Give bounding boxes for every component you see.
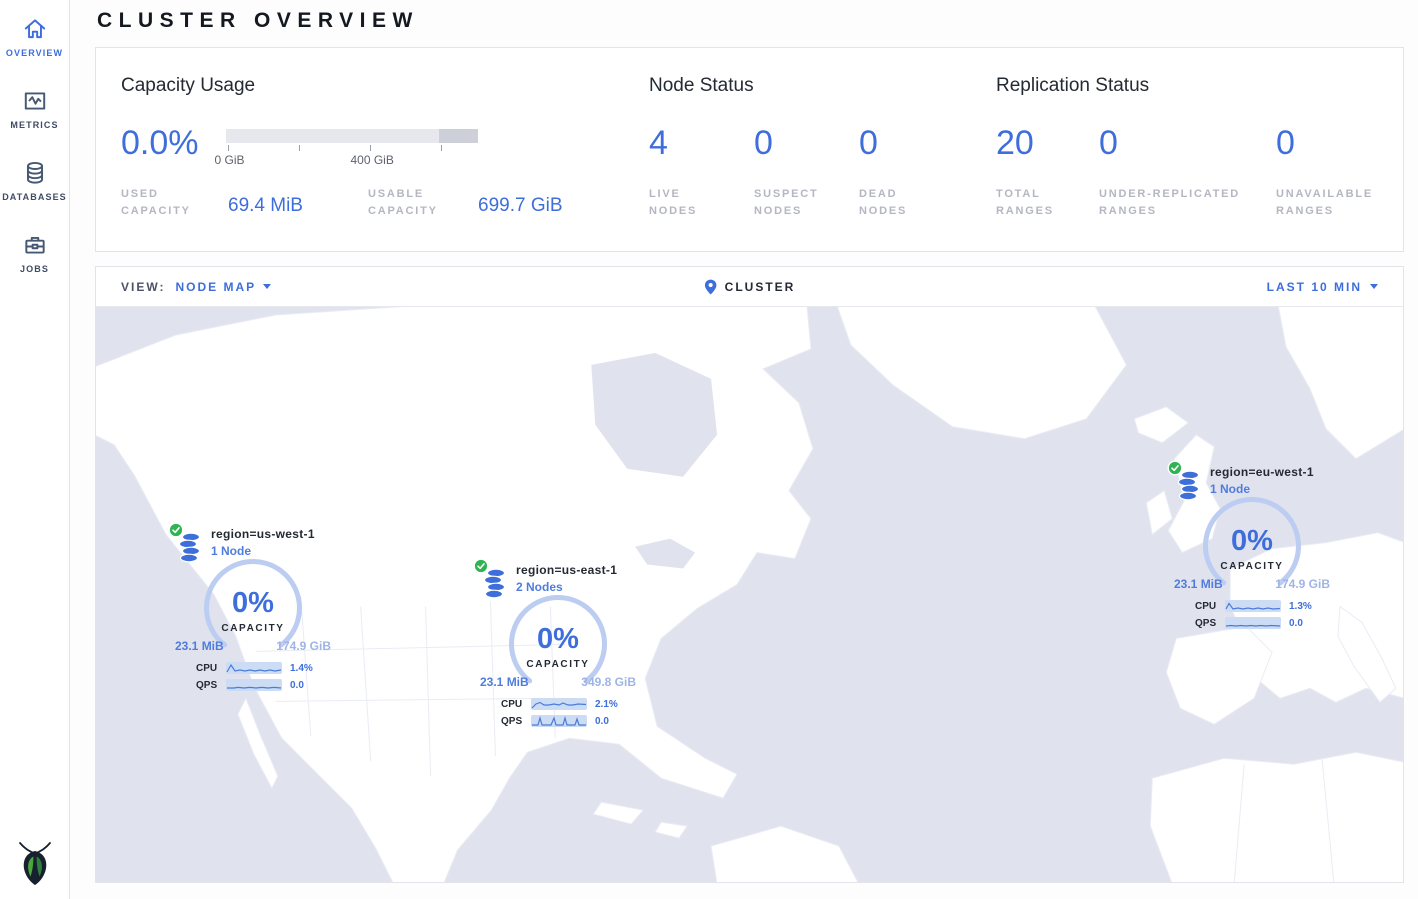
used-capacity-label: USED CAPACITY [121, 186, 206, 220]
capacity-bar-reserved-segment [439, 129, 478, 143]
live-nodes-value: 4 [649, 124, 754, 162]
cpu-sparkline [226, 662, 282, 674]
cpu-value: 2.1% [595, 699, 618, 710]
region-used-capacity: 23.1 MiB [480, 675, 529, 689]
unavailable-ranges-stat: 0 UNAVAILABLE RANGES [1276, 124, 1386, 220]
region-name: region=us-west-1 [211, 527, 315, 541]
gauge-capacity-label: CAPACITY [201, 623, 305, 634]
cpu-label: CPU [501, 699, 531, 710]
chevron-down-icon [1370, 284, 1378, 289]
region-marker-us-east-1: region=us-east-1 2 Nodes 0% CAPACITY 23.… [478, 557, 638, 735]
capacity-usage-section: Capacity Usage 0.0% 0 GiB 400 GiB [121, 74, 649, 251]
cpu-label: CPU [196, 663, 226, 674]
gauge-percent: 0% [1200, 525, 1304, 558]
view-mode-dropdown[interactable]: NODE MAP [175, 280, 271, 294]
total-ranges-stat: 20 TOTAL RANGES [996, 124, 1099, 220]
under-replicated-ranges-label: UNDER-REPLICATED RANGES [1099, 186, 1259, 220]
capacity-tick-label: 0 GiB [214, 153, 244, 167]
sidebar-item-label: DATABASES [0, 192, 70, 202]
suspect-nodes-value: 0 [754, 124, 859, 162]
home-icon [22, 16, 48, 42]
metrics-icon [22, 88, 48, 114]
gauge-capacity-label: CAPACITY [506, 659, 610, 670]
sidebar-item-jobs[interactable]: JOBS [0, 232, 70, 274]
region-marker-eu-west-1: region=eu-west-1 1 Node 0% CAPACITY 23.1… [1172, 459, 1332, 637]
cockroachdb-logo [15, 838, 55, 891]
total-ranges-value: 20 [996, 124, 1099, 162]
sidebar-item-label: METRICS [0, 120, 70, 130]
qps-value: 0.0 [595, 716, 609, 727]
region-total-capacity: 174.9 GiB [276, 639, 331, 653]
replication-status-section: Replication Status 20 TOTAL RANGES 0 UND… [996, 74, 1403, 251]
usable-capacity-label: USABLE CAPACITY [368, 186, 453, 220]
capacity-usage-title: Capacity Usage [121, 74, 649, 98]
total-ranges-label: TOTAL RANGES [996, 186, 1066, 220]
node-status-title: Node Status [649, 74, 996, 98]
cpu-label: CPU [1195, 601, 1225, 612]
capacity-percent: 0.0% [121, 124, 226, 164]
time-range-dropdown[interactable]: LAST 10 MIN [1267, 280, 1378, 294]
sidebar-item-databases[interactable]: DATABASES [0, 160, 70, 202]
chevron-down-icon [263, 284, 271, 289]
cpu-value: 1.4% [290, 663, 313, 674]
node-map: region=us-west-1 1 Node 0% CAPACITY 23.1… [96, 307, 1403, 882]
main-content: CLUSTER OVERVIEW Capacity Usage 0.0% 0 G… [70, 0, 1418, 899]
capacity-tick-label: 400 GiB [350, 153, 393, 167]
view-label: VIEW: [121, 280, 165, 294]
healthy-check-icon [168, 522, 184, 538]
under-replicated-ranges-value: 0 [1099, 124, 1276, 162]
dead-nodes-stat: 0 DEAD NODES [859, 124, 964, 220]
cpu-sparkline [531, 698, 587, 710]
sidebar: OVERVIEW METRICS DATABASES JOBS [0, 0, 70, 899]
replication-status-title: Replication Status [996, 74, 1403, 98]
map-breadcrumb-cluster[interactable]: CLUSTER [725, 280, 796, 294]
map-view-bar: VIEW: NODE MAP CLUSTER LAST 10 MIN [96, 267, 1403, 307]
region-name: region=us-east-1 [516, 563, 617, 577]
unavailable-ranges-label: UNAVAILABLE RANGES [1276, 186, 1386, 220]
node-map-card: VIEW: NODE MAP CLUSTER LAST 10 MIN [95, 266, 1404, 883]
sidebar-item-label: OVERVIEW [0, 48, 70, 58]
region-total-capacity: 349.8 GiB [581, 675, 636, 689]
suspect-nodes-label: SUSPECT NODES [754, 186, 834, 220]
live-nodes-stat: 4 LIVE NODES [649, 124, 754, 220]
live-nodes-label: LIVE NODES [649, 186, 729, 220]
unavailable-ranges-value: 0 [1276, 124, 1386, 162]
suspect-nodes-stat: 0 SUSPECT NODES [754, 124, 859, 220]
healthy-check-icon [1167, 460, 1183, 476]
usable-capacity-value: 699.7 GiB [478, 195, 618, 220]
jobs-icon [22, 232, 48, 258]
healthy-check-icon [473, 558, 489, 574]
region-marker-us-west-1: region=us-west-1 1 Node 0% CAPACITY 23.1… [173, 521, 333, 699]
gauge-capacity-label: CAPACITY [1200, 561, 1304, 572]
page-title: CLUSTER OVERVIEW [97, 9, 1418, 33]
qps-sparkline [531, 715, 587, 727]
node-status-section: Node Status 4 LIVE NODES 0 SUSPECT NODES… [649, 74, 996, 251]
qps-value: 0.0 [1289, 618, 1303, 629]
dead-nodes-value: 0 [859, 124, 964, 162]
qps-label: QPS [1195, 618, 1225, 629]
region-total-capacity: 174.9 GiB [1275, 577, 1330, 591]
sidebar-item-label: JOBS [0, 264, 70, 274]
sidebar-item-overview[interactable]: OVERVIEW [0, 16, 70, 58]
cpu-sparkline [1225, 600, 1281, 612]
gauge-percent: 0% [506, 623, 610, 656]
qps-value: 0.0 [290, 680, 304, 691]
region-name: region=eu-west-1 [1210, 465, 1314, 479]
qps-label: QPS [501, 716, 531, 727]
qps-sparkline [226, 679, 282, 691]
cluster-summary-card: Capacity Usage 0.0% 0 GiB 400 GiB [95, 47, 1404, 252]
sidebar-item-metrics[interactable]: METRICS [0, 88, 70, 130]
dead-nodes-label: DEAD NODES [859, 186, 939, 220]
region-used-capacity: 23.1 MiB [1174, 577, 1223, 591]
qps-label: QPS [196, 680, 226, 691]
databases-icon [22, 160, 48, 186]
used-capacity-value: 69.4 MiB [228, 195, 368, 220]
under-replicated-ranges-stat: 0 UNDER-REPLICATED RANGES [1099, 124, 1276, 220]
location-pin-icon [704, 279, 717, 295]
cpu-value: 1.3% [1289, 601, 1312, 612]
capacity-bar: 0 GiB 400 GiB [226, 129, 478, 164]
gauge-percent: 0% [201, 587, 305, 620]
region-used-capacity: 23.1 MiB [175, 639, 224, 653]
qps-sparkline [1225, 617, 1281, 629]
